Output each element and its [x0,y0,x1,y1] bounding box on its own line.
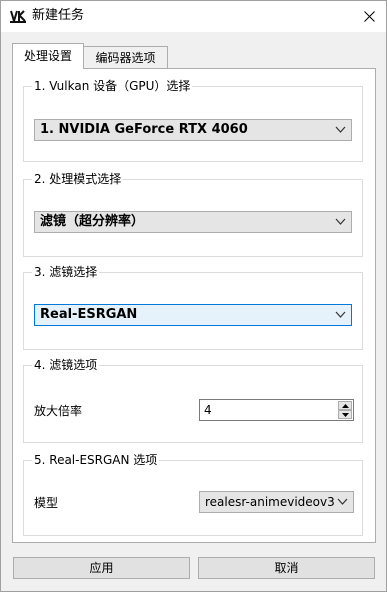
group-title-device: 1. Vulkan 设备（GPU）选择 [32,78,193,94]
spin-down-button[interactable] [338,410,352,419]
filter-value: Real-ESRGAN [40,307,138,322]
scale-label: 放大倍率 [34,404,83,418]
group-vulkan-device: 1. Vulkan 设备（GPU）选择 1. NVIDIA GeForce RT… [23,78,363,162]
chevron-down-icon [335,311,346,318]
group-filter-select: 3. 滤镜选择 Real-ESRGAN [23,264,363,350]
model-label: 模型 [34,496,59,510]
close-icon [363,11,375,22]
processing-mode-select[interactable]: 滤镜（超分辨率） [34,211,352,233]
apply-button[interactable]: 应用 [13,557,190,579]
model-select[interactable]: realesr-animevideov3 [199,491,354,513]
group-processing-mode: 2. 处理模式选择 滤镜（超分辨率） [23,171,363,257]
tab-processing-settings[interactable]: 处理设置 [12,43,84,69]
filter-select[interactable]: Real-ESRGAN [34,304,352,326]
chevron-down-icon [335,218,346,225]
group-title-filter: 3. 滤镜选择 [32,264,100,280]
gpu-device-select[interactable]: 1. NVIDIA GeForce RTX 4060 [34,119,352,141]
group-title-esrgan: 5. Real-ESRGAN 选项 [32,452,160,468]
scale-value: 4 [204,403,212,417]
group-esrgan-options: 5. Real-ESRGAN 选项 模型 realesr-animevideov… [23,452,363,536]
close-button[interactable] [352,1,386,32]
caret-up-icon [341,403,349,408]
spin-up-button[interactable] [338,401,352,410]
vk-app-icon [10,10,26,23]
group-title-filter-options: 4. 滤镜选项 [32,357,100,373]
tab-encoder-options[interactable]: 编码器选项 [84,46,168,68]
chevron-down-icon [335,126,346,133]
chevron-down-icon [337,498,348,505]
caret-down-icon [341,412,349,417]
gpu-device-value: 1. NVIDIA GeForce RTX 4060 [40,122,248,137]
group-filter-options: 4. 滤镜选项 放大倍率 4 [23,357,363,443]
processing-mode-value: 滤镜（超分辨率） [40,214,145,229]
title-bar: 新建任务 [1,1,386,32]
spin-buttons [338,401,352,419]
scale-spinbox[interactable]: 4 [199,399,354,421]
cancel-button[interactable]: 取消 [198,557,375,579]
model-value: realesr-animevideov3 [205,495,335,509]
group-title-mode: 2. 处理模式选择 [32,171,124,187]
window-title: 新建任务 [32,8,85,23]
new-task-window: 新建任务 处理设置 编码器选项 1. Vulkan 设备（GPU）选择 1. N… [0,0,387,592]
